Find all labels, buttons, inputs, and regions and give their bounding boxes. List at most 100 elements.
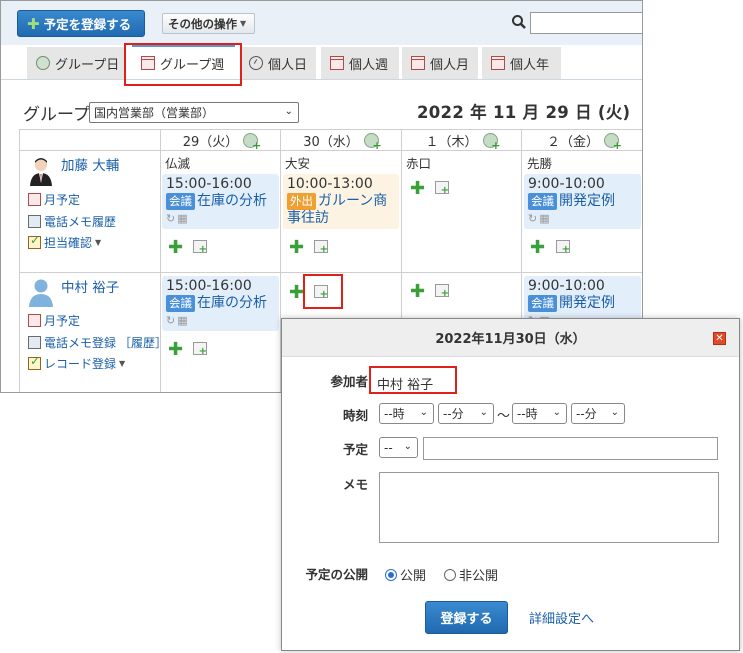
- repeat-icon: ↻▦: [166, 212, 190, 225]
- group-add-icon[interactable]: [243, 132, 261, 152]
- add-event-icon[interactable]: ✚: [289, 239, 304, 257]
- subject-menu-select[interactable]: -- ⌄: [379, 437, 418, 458]
- grid-line: [19, 129, 20, 392]
- tab-personal-week[interactable]: 個人週: [321, 47, 399, 79]
- tab-divider: [1, 79, 642, 80]
- link-label: 電話メモ登録: [44, 336, 117, 350]
- add-event-icon[interactable]: ✚: [168, 239, 183, 257]
- schedule-event[interactable]: 9:00-10:00 会議開発定例 ↻▦: [524, 174, 641, 229]
- memo-textarea[interactable]: [379, 472, 719, 543]
- dialog-header: 2022年11月30日（水） ✕: [282, 319, 739, 357]
- add-event-icon[interactable]: ✚: [410, 283, 425, 301]
- event-time: 15:00-16:00: [166, 278, 252, 294]
- day-label: 29（火）: [182, 134, 239, 150]
- event-title: 開発定例: [559, 295, 615, 311]
- register-schedule-button[interactable]: ✚ 予定を登録する: [17, 10, 145, 37]
- add-schedule-icon[interactable]: [435, 284, 449, 299]
- memo-label: メモ: [342, 477, 368, 492]
- add-schedule-icon[interactable]: [556, 240, 570, 255]
- event-title: 在庫の分析: [197, 295, 267, 311]
- start-hour-select[interactable]: --時 ⌄: [379, 403, 434, 424]
- group-label: グループ: [23, 105, 90, 125]
- tab-label: 個人年: [510, 57, 550, 73]
- end-minute-select[interactable]: --分 ⌄: [571, 403, 625, 424]
- submit-button[interactable]: 登録する: [425, 601, 508, 634]
- link-label: 電話メモ履歴: [44, 215, 117, 229]
- private-radio[interactable]: 非公開: [444, 565, 498, 584]
- tab-label: 個人月: [430, 57, 470, 73]
- schedule-event[interactable]: 15:00-16:00 会議 在庫の分析 ↻▦: [162, 174, 279, 229]
- subject-input[interactable]: [423, 437, 718, 460]
- record-register-link[interactable]: レコード登録 ▼: [28, 354, 126, 372]
- event-time: 9:00-10:00: [528, 278, 605, 294]
- link-label: 担当確認: [44, 236, 93, 250]
- chevron-down-icon: ▼: [240, 19, 247, 28]
- day-label: １（木）: [425, 134, 478, 150]
- start-minute-select[interactable]: --分 ⌄: [438, 403, 494, 424]
- add-schedule-icon[interactable]: [193, 342, 207, 357]
- phone-memo-history-link[interactable]: 電話メモ履歴: [28, 213, 116, 230]
- day-header: ２（金）: [522, 130, 642, 152]
- tab-personal-day[interactable]: 個人日: [240, 47, 316, 79]
- tab-label: 個人日: [268, 57, 308, 73]
- tab-group-day[interactable]: グループ日: [27, 47, 124, 79]
- assignment-check-link[interactable]: 担当確認 ▼: [28, 233, 102, 251]
- start-minute-value: --分: [443, 407, 464, 421]
- detail-settings-link[interactable]: 詳細設定へ: [529, 608, 594, 627]
- chevron-down-icon: ▼: [119, 359, 126, 368]
- group-add-icon[interactable]: [604, 132, 622, 152]
- event-tag: 会議: [166, 193, 195, 210]
- tab-personal-month[interactable]: 個人月: [402, 47, 478, 79]
- subject-menu-value: --: [384, 440, 393, 455]
- user-name[interactable]: 加藤 大輔: [61, 154, 119, 174]
- event-time: 15:00-16:00: [166, 176, 252, 192]
- chevron-down-icon: ▼: [95, 238, 102, 247]
- other-operations-label: その他の操作: [168, 16, 237, 31]
- radio-unselected-icon: [444, 568, 456, 581]
- personal-week-icon: [330, 56, 344, 70]
- tab-personal-year[interactable]: 個人年: [482, 47, 561, 79]
- month-schedule-link[interactable]: 月予定: [28, 191, 80, 208]
- group-select[interactable]: 国内営業部（営業部） ⌄: [89, 102, 299, 123]
- time-separator: ～: [497, 409, 511, 424]
- month-schedule-link[interactable]: 月予定: [28, 312, 80, 329]
- add-event-icon[interactable]: ✚: [530, 239, 545, 257]
- schedule-event[interactable]: 15:00-16:00 会議 在庫の分析 ↻▦: [162, 276, 279, 331]
- public-radio[interactable]: 公開: [385, 565, 426, 584]
- add-event-icon[interactable]: ✚: [410, 180, 425, 198]
- add-schedule-icon[interactable]: [314, 240, 328, 255]
- avatar: [30, 158, 52, 186]
- history-link[interactable]: ［履歴］: [119, 334, 167, 351]
- schedule-event[interactable]: 10:00-13:00 外出 ガルーン商事往訪: [283, 174, 399, 229]
- checklist-icon: [28, 354, 41, 370]
- day-label: 30（水）: [303, 134, 359, 150]
- event-title: 開発定例: [559, 193, 615, 209]
- search-input[interactable]: [530, 12, 642, 34]
- day-note: 先勝: [527, 156, 553, 171]
- chevron-down-icon: ⌄: [479, 407, 488, 418]
- add-event-icon[interactable]: ✚: [289, 284, 304, 302]
- group-day-icon: [36, 56, 50, 70]
- other-operations-button[interactable]: その他の操作 ▼: [162, 13, 255, 34]
- visibility-label: 予定の公開: [305, 567, 368, 582]
- end-hour-select[interactable]: --時 ⌄: [512, 403, 567, 424]
- tab-label: グループ日: [55, 57, 120, 73]
- add-event-icon[interactable]: ✚: [168, 341, 183, 359]
- day-note: 赤口: [406, 156, 432, 171]
- add-schedule-icon[interactable]: [435, 181, 449, 196]
- clock-icon: [249, 56, 263, 70]
- chevron-down-icon: ⌄: [284, 106, 293, 117]
- group-add-icon[interactable]: [363, 132, 382, 152]
- phone-memo-register-link[interactable]: 電話メモ登録 ［履歴］: [28, 334, 167, 351]
- group-add-icon[interactable]: [482, 132, 501, 152]
- tab-label: 個人週: [349, 57, 389, 73]
- user-name[interactable]: 中村 裕子: [61, 276, 119, 296]
- public-label: 公開: [400, 569, 427, 584]
- add-schedule-icon[interactable]: [193, 240, 207, 255]
- close-icon[interactable]: ✕: [713, 332, 726, 345]
- search-icon[interactable]: [511, 14, 527, 30]
- phone-memo-icon: [28, 215, 41, 228]
- start-hour-value: --時: [384, 407, 405, 421]
- subject-label: 予定: [342, 442, 368, 457]
- highlight-add-schedule: [303, 274, 343, 309]
